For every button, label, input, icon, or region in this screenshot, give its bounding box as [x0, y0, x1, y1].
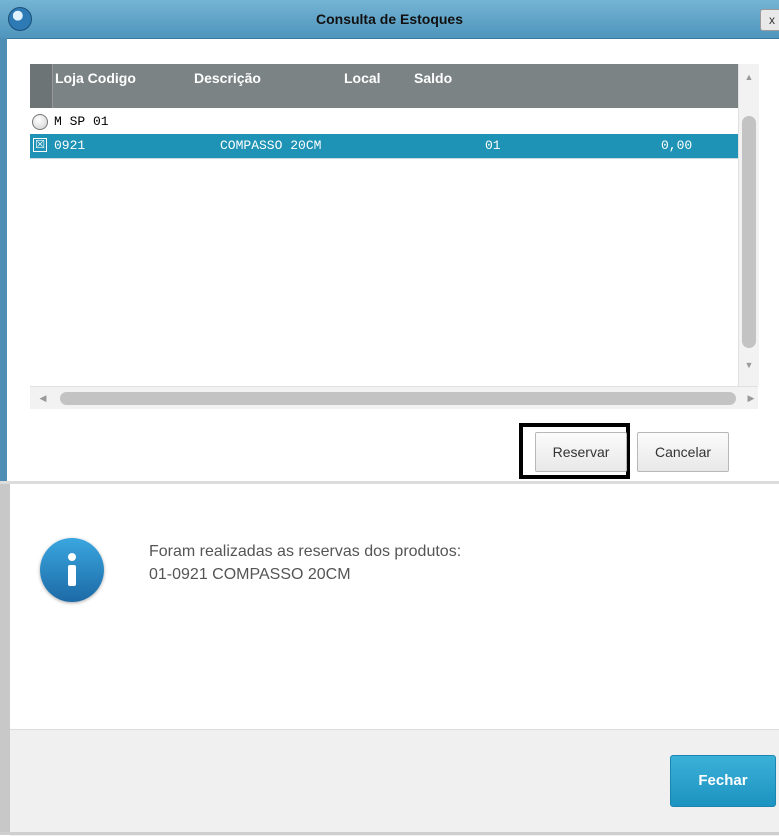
scroll-down-icon[interactable]: ▼	[739, 356, 759, 374]
horizontal-scroll-thumb[interactable]	[60, 392, 736, 405]
cell-local: 01	[485, 138, 501, 153]
column-saldo[interactable]: Saldo	[414, 70, 452, 86]
horizontal-scrollbar[interactable]: ◀ ▶	[30, 386, 758, 409]
cell-descricao: COMPASSO 20CM	[220, 138, 322, 153]
message-text: Foram realizadas as reservas dos produto…	[149, 540, 461, 586]
reservar-button[interactable]: Reservar	[535, 432, 627, 472]
column-local[interactable]: Local	[344, 70, 381, 86]
close-button[interactable]: x	[760, 9, 779, 31]
column-loja-codigo[interactable]: Loja Codigo	[55, 70, 136, 86]
cancelar-button[interactable]: Cancelar	[637, 432, 729, 472]
message-line-1: Foram realizadas as reservas dos produto…	[149, 543, 462, 560]
stock-grid: Loja Codigo Descrição Local Saldo M SP 0…	[30, 64, 738, 386]
grid-header-marker	[30, 64, 53, 108]
vertical-scrollbar[interactable]: ▲ ▼	[738, 64, 759, 386]
vertical-scroll-thumb[interactable]	[742, 116, 756, 348]
info-icon	[40, 538, 104, 602]
dialog-title: Consulta de Estoques	[315, 11, 464, 27]
scroll-left-icon[interactable]: ◀	[34, 387, 52, 409]
message-line-2: 01-0921 COMPASSO 20CM	[149, 566, 351, 583]
message-dialog: Foram realizadas as reservas dos produto…	[0, 484, 779, 836]
info-icon-bar	[68, 565, 76, 586]
grid-header: Loja Codigo Descrição Local Saldo	[30, 64, 738, 108]
row-divider	[30, 158, 738, 159]
table-row-selected[interactable]: ☒ 0921 COMPASSO 20CM 01 0,00	[30, 134, 738, 158]
info-icon-dot	[68, 553, 76, 561]
scroll-right-icon[interactable]: ▶	[742, 387, 760, 409]
message-frame	[0, 484, 10, 835]
group-label: M SP 01	[54, 114, 109, 129]
checkbox-checked-icon[interactable]: ☒	[33, 138, 47, 152]
scroll-up-icon[interactable]: ▲	[739, 68, 759, 86]
message-footer: Fechar	[10, 729, 779, 836]
cell-saldo: 0,00	[661, 138, 693, 153]
fechar-button[interactable]: Fechar	[670, 755, 776, 807]
column-descricao[interactable]: Descrição	[194, 70, 261, 86]
cell-codigo: 0921	[54, 138, 86, 153]
radio-button-icon[interactable]	[32, 114, 48, 130]
window-frame	[0, 38, 7, 484]
group-row[interactable]: M SP 01	[30, 110, 738, 134]
stock-query-dialog: Consulta de Estoques x Loja Codigo Descr…	[0, 0, 779, 484]
title-bar: Consulta de Estoques x	[0, 0, 779, 39]
